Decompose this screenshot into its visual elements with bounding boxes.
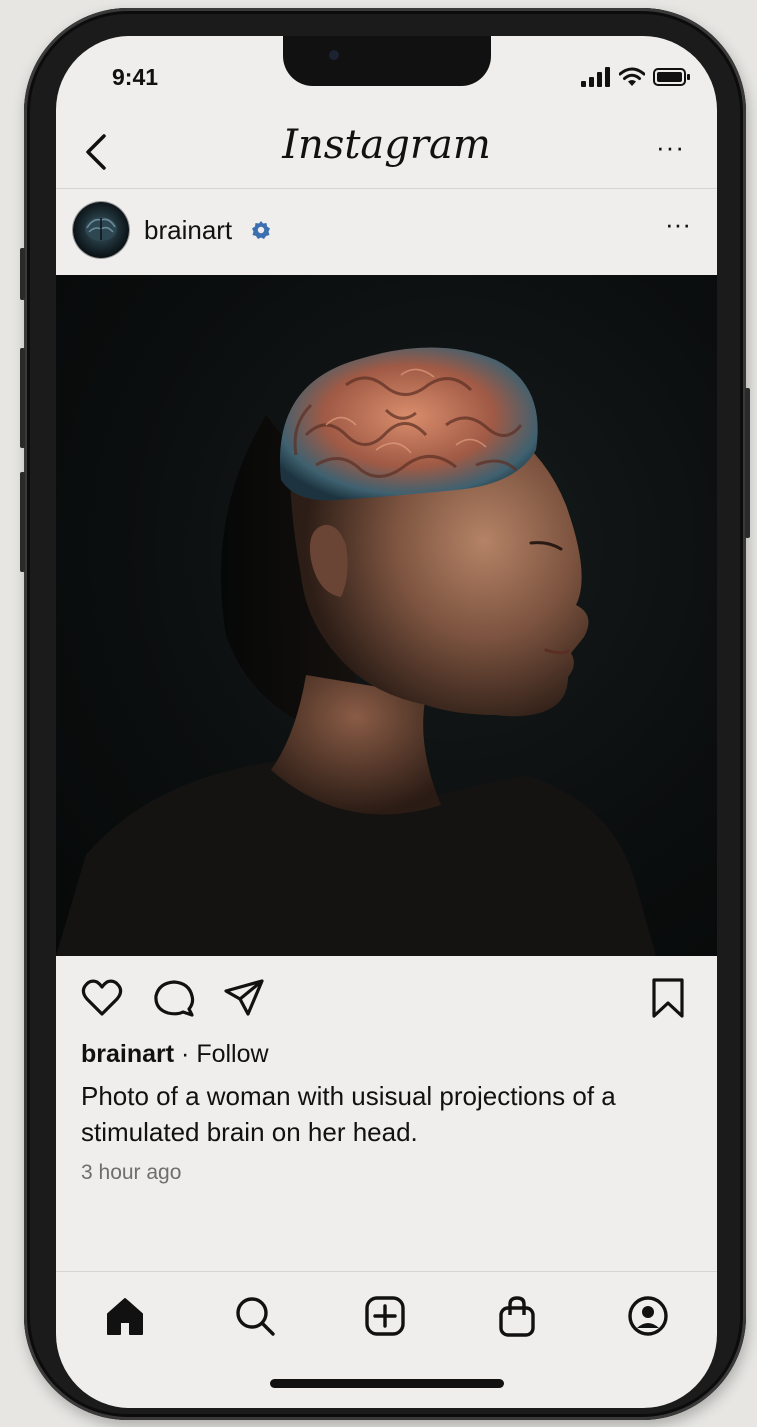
avatar[interactable] [73, 202, 129, 258]
post-image[interactable] [56, 275, 717, 956]
battery-icon [653, 68, 690, 86]
shop-icon[interactable] [495, 1294, 539, 1338]
status-time: 9:41 [112, 64, 159, 90]
volume-up-button [20, 348, 25, 448]
power-button [745, 388, 750, 538]
follow-link[interactable]: · Follow [181, 1040, 269, 1068]
comment-icon[interactable] [152, 976, 196, 1020]
woman-brain-portrait-image [56, 347, 656, 956]
share-icon[interactable] [222, 976, 266, 1020]
front-camera [329, 50, 339, 60]
phone-screen: 9:41 Instagram ··· brainart ··· brainart… [56, 36, 717, 1408]
post-timestamp: 3 hour ago [81, 1161, 182, 1184]
search-icon[interactable] [233, 1294, 277, 1338]
home-indicator[interactable] [270, 1379, 504, 1388]
bookmark-icon[interactable] [646, 976, 690, 1020]
instagram-logo: Instagram [282, 122, 491, 168]
top-nav-bar: Instagram ··· [56, 118, 717, 188]
home-icon[interactable] [103, 1294, 147, 1338]
bottom-tab-bar [56, 1272, 717, 1362]
notch [283, 36, 491, 86]
heart-icon[interactable] [80, 976, 124, 1020]
post-actions [56, 968, 717, 1028]
brain-avatar-icon [85, 217, 117, 241]
caption-username[interactable]: brainart [81, 1040, 174, 1068]
post-header: brainart ··· [56, 189, 717, 275]
post-caption: Photo of a woman with usisual projection… [81, 1081, 616, 1147]
more-horizontal-icon[interactable]: ··· [656, 132, 685, 163]
create-post-icon[interactable] [363, 1294, 407, 1338]
post-more-icon[interactable]: ··· [665, 209, 691, 240]
wifi-icon [619, 67, 645, 86]
status-icons [581, 66, 691, 88]
mute-switch [20, 248, 25, 300]
volume-down-button [20, 472, 25, 572]
post-username[interactable]: brainart [144, 215, 232, 246]
profile-icon[interactable] [626, 1294, 670, 1338]
verified-badge-icon [252, 221, 270, 239]
signal-icon [581, 67, 610, 87]
caption-header: brainart · Follow [81, 1040, 269, 1069]
